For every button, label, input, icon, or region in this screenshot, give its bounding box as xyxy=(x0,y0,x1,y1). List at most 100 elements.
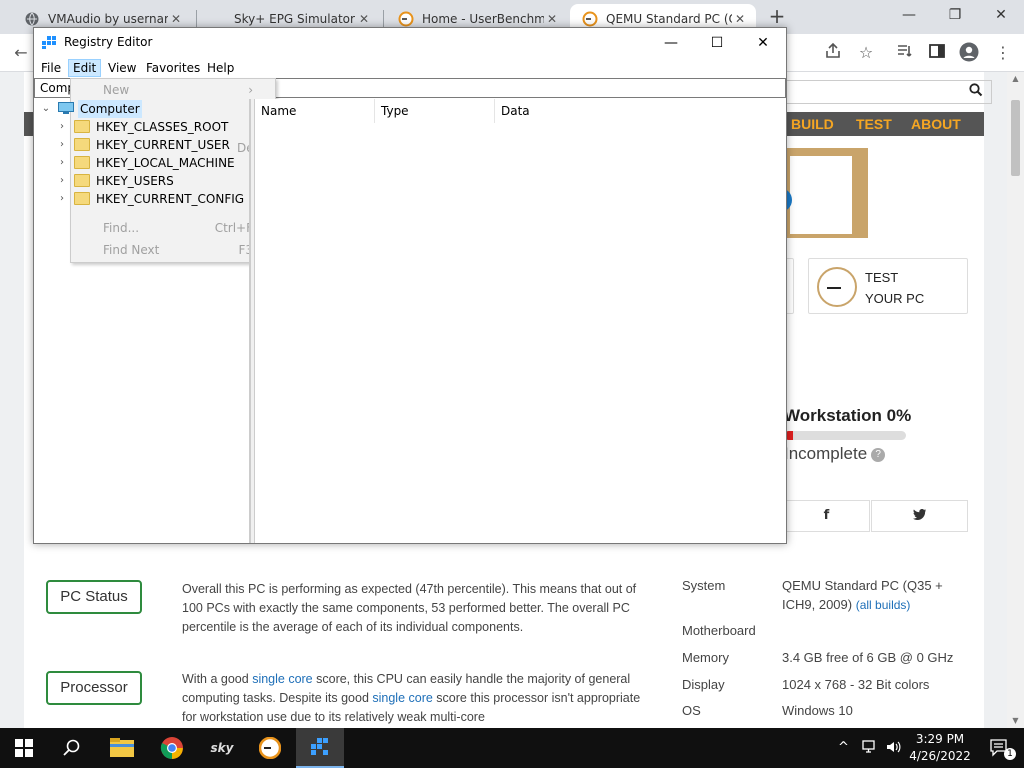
tab-title: QEMU Standard PC (Q35 xyxy=(606,12,732,26)
bookmark-star-icon[interactable]: ☆ xyxy=(855,42,877,64)
submenu-arrow-icon: › xyxy=(248,83,253,97)
browser-restore-button[interactable]: ❐ xyxy=(932,2,978,28)
chevron-right-icon[interactable]: › xyxy=(56,172,68,190)
chevron-down-icon[interactable]: ⌄ xyxy=(40,100,52,118)
regedit-menubar: File Edit View Favorites Help xyxy=(34,58,786,78)
chevron-right-icon[interactable]: › xyxy=(56,190,68,208)
reading-list-icon[interactable] xyxy=(894,42,916,64)
tab-close-icon[interactable]: ✕ xyxy=(732,12,748,26)
regedit-minimize-button[interactable]: — xyxy=(648,28,694,58)
column-header-name[interactable]: Name xyxy=(255,99,375,123)
scroll-up-arrow[interactable]: ▲ xyxy=(1007,72,1024,86)
userbenchmark-app-button[interactable] xyxy=(246,728,294,768)
back-arrow-icon[interactable]: ← xyxy=(10,42,32,64)
tab-close-icon[interactable]: ✕ xyxy=(356,12,372,26)
file-explorer-button[interactable] xyxy=(98,728,146,768)
regedit-title: Registry Editor xyxy=(64,35,153,49)
tab-title: Home - UserBenchmark xyxy=(422,12,544,26)
chevron-right-icon[interactable]: › xyxy=(56,136,68,154)
registry-editor-window: Registry Editor — ☐ ✕ File Edit View Fav… xyxy=(33,27,787,544)
spec-key-os: OS xyxy=(682,703,701,718)
workstation-status: Incomplete? xyxy=(784,444,886,464)
spec-value-memory: 3.4 GB free of 6 GB @ 0 GHz xyxy=(782,650,954,665)
regedit-maximize-button[interactable]: ☐ xyxy=(694,28,740,58)
profile-avatar-icon[interactable] xyxy=(958,42,980,64)
column-header-type[interactable]: Type xyxy=(375,99,495,123)
registry-tree: ⌄ Computer › HKEY_CLASSES_ROOT › HKEY_CU… xyxy=(34,99,250,543)
menu-help[interactable]: Help xyxy=(203,59,238,77)
search-button[interactable] xyxy=(48,728,96,768)
nav-about[interactable]: ABOUT xyxy=(911,116,961,132)
menu-kebab-icon[interactable]: ⋮ xyxy=(992,42,1014,64)
tab-title: VMAudio by username xyxy=(48,12,168,26)
chrome-button[interactable] xyxy=(148,728,196,768)
windows-taskbar: sky ^ 3:29 PM 4/26/2022 1 xyxy=(0,728,1024,768)
test-your-pc-card[interactable]: TEST YOUR PC xyxy=(808,258,968,314)
nav-build[interactable]: BUILD xyxy=(791,116,834,132)
search-icon[interactable] xyxy=(969,83,983,101)
sky-app-button[interactable]: sky xyxy=(198,728,246,768)
facebook-share-button[interactable]: f xyxy=(784,500,870,532)
tab-title: Sky+ EPG Simulator xyxy=(234,12,355,26)
scroll-down-arrow[interactable]: ▼ xyxy=(1007,714,1024,728)
spec-key-memory: Memory xyxy=(682,650,729,665)
nav-test[interactable]: TEST xyxy=(856,116,892,132)
taskbar-clock[interactable]: 3:29 PM 4/26/2022 xyxy=(905,731,975,765)
test-your-pc-label: TEST YOUR PC xyxy=(865,270,925,306)
help-icon[interactable]: ? xyxy=(871,448,886,462)
processor-text: With a good single core score, this CPU … xyxy=(182,672,641,724)
folder-icon xyxy=(74,138,90,151)
browser-close-button[interactable]: ✕ xyxy=(978,2,1024,28)
single-core-link[interactable]: single core xyxy=(372,691,432,705)
folder-icon xyxy=(74,120,90,133)
column-header-data[interactable]: Data xyxy=(495,99,786,123)
pc-status-text: Overall this PC is performing as expecte… xyxy=(182,582,637,634)
regedit-taskbar-button[interactable] xyxy=(296,728,344,768)
spec-value-os: Windows 10 xyxy=(782,703,853,718)
side-panel-icon[interactable] xyxy=(926,42,948,64)
menu-edit[interactable]: Edit xyxy=(68,59,102,77)
twitter-share-button[interactable] xyxy=(871,500,968,532)
chevron-up-icon[interactable]: ^ xyxy=(838,740,849,755)
registry-values-list: Name Type Data xyxy=(255,99,786,543)
share-icon[interactable] xyxy=(822,42,844,64)
sky-icon: sky xyxy=(210,741,234,755)
processor-button[interactable]: Processor xyxy=(46,671,142,705)
pc-status-button[interactable]: PC Status xyxy=(46,580,142,614)
all-builds-link[interactable]: (all builds) xyxy=(856,598,911,612)
tab-close-icon[interactable]: ✕ xyxy=(544,12,560,26)
search-icon xyxy=(63,739,80,756)
start-button[interactable] xyxy=(0,728,48,768)
tab-separator xyxy=(383,10,384,28)
workstation-score-title: Workstation 0% xyxy=(784,406,912,425)
menu-file[interactable]: File xyxy=(37,59,65,77)
tab-close-icon[interactable]: ✕ xyxy=(168,12,184,26)
computer-icon xyxy=(58,102,74,114)
browser-minimize-button[interactable]: — xyxy=(886,2,932,28)
regedit-app-icon xyxy=(42,36,56,49)
workstation-progress-bar xyxy=(784,431,906,440)
site-search-input[interactable] xyxy=(784,80,992,104)
gauge-icon xyxy=(817,267,857,307)
menu-favorites[interactable]: Favorites xyxy=(142,59,204,77)
page-scrollbar[interactable]: ▲ ▼ xyxy=(1007,72,1024,728)
chevron-right-icon[interactable]: › xyxy=(56,154,68,172)
spec-value-system: QEMU Standard PC (Q35 + ICH9, 2009) (all… xyxy=(782,578,943,612)
menu-view[interactable]: View xyxy=(104,59,140,77)
menu-item-new[interactable]: New xyxy=(103,83,129,97)
new-tab-button[interactable]: + xyxy=(766,5,788,27)
windows-logo-icon xyxy=(15,739,33,757)
regedit-close-button[interactable]: ✕ xyxy=(740,28,786,58)
chevron-right-icon[interactable]: › xyxy=(56,118,68,136)
single-core-link[interactable]: single core xyxy=(252,672,312,686)
notification-center-button[interactable]: 1 xyxy=(976,728,1024,768)
regedit-titlebar[interactable]: Registry Editor — ☐ ✕ xyxy=(34,28,786,58)
network-icon[interactable] xyxy=(862,740,878,758)
globe-icon xyxy=(24,11,40,27)
regedit-icon xyxy=(311,738,328,755)
banner-image xyxy=(778,156,852,234)
volume-icon[interactable] xyxy=(886,740,902,758)
spec-value-display: 1024 x 768 - 32 Bit colors xyxy=(782,677,930,692)
spec-key-display: Display xyxy=(682,677,725,692)
scroll-thumb[interactable] xyxy=(1011,100,1020,176)
